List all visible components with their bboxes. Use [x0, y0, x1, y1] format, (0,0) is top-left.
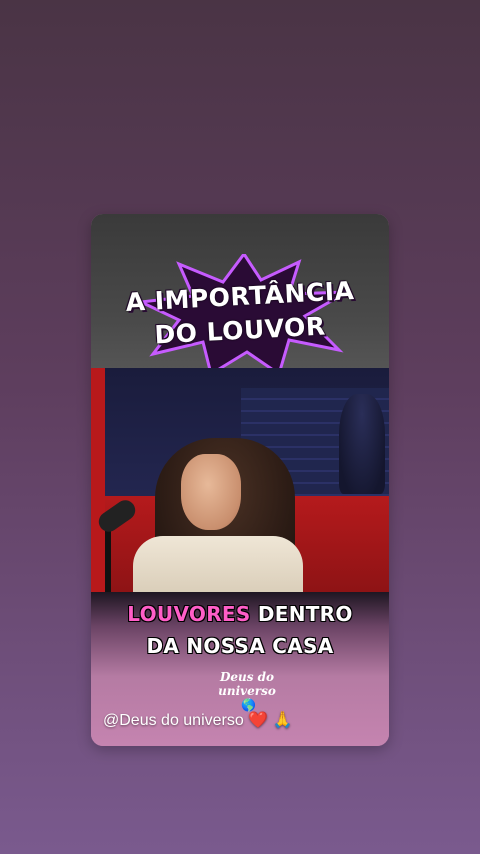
video-background-person [339, 394, 385, 494]
handle-text: @Deus do universo [103, 712, 244, 729]
watermark-logo: Deus do universo [207, 670, 287, 698]
singer-face [181, 454, 241, 530]
pray-icon: 🙏 [272, 712, 293, 729]
watermark-line-2: universo [218, 684, 276, 698]
author-handle[interactable]: @Deus do universo ❤️ 🙏 [103, 710, 293, 730]
watermark-line-1: Deus do [219, 670, 275, 684]
singer-shirt [133, 536, 303, 592]
caption-rest: DENTRO [250, 602, 353, 626]
caption-line-2: DA NOSSA CASA [146, 634, 334, 658]
caption-line-1: LOUVORES DENTRO [91, 602, 389, 626]
heart-icon: ❤️ [248, 712, 269, 729]
video-red-panel [91, 368, 105, 592]
video-frame[interactable] [91, 368, 389, 592]
caption-highlight: LOUVORES [127, 602, 251, 626]
post-card[interactable]: A IMPORTÂNCIA DO LOUVOR LOUVORES DENTRO … [91, 214, 389, 746]
